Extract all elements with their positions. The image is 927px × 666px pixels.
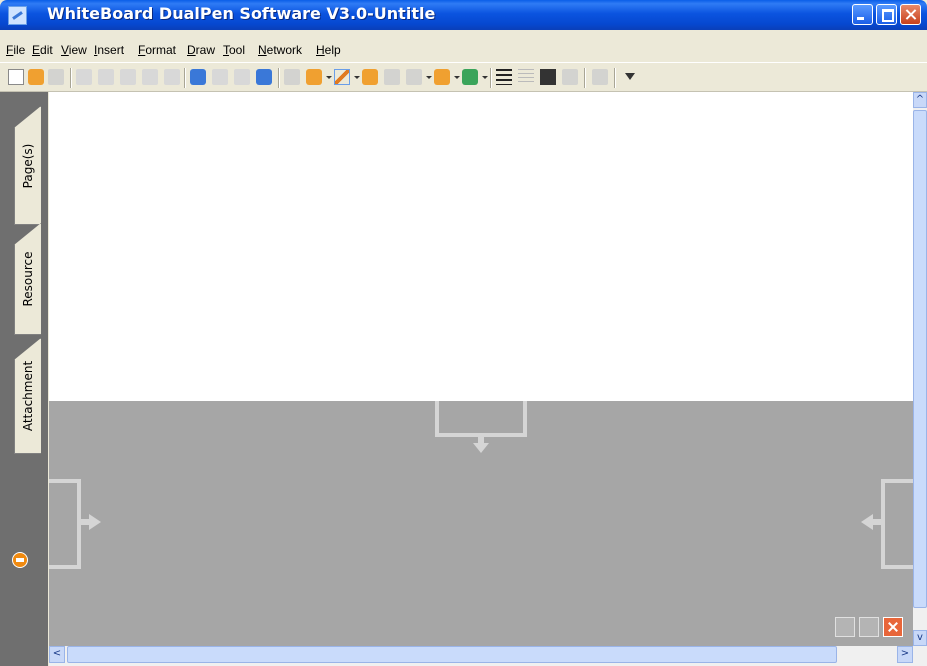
vertical-scroll-thumb[interactable] <box>913 110 927 608</box>
tab-attachment[interactable]: Attachment <box>14 338 41 454</box>
menu-edit[interactable]: Edit <box>32 43 53 57</box>
page-icon[interactable] <box>256 69 272 85</box>
minimize-button[interactable] <box>852 4 873 25</box>
toolbar-separator <box>490 68 492 88</box>
highlighter-icon[interactable] <box>362 69 378 85</box>
transparency-icon[interactable] <box>562 69 578 85</box>
line-style-icon[interactable] <box>518 69 534 85</box>
eraser-dropdown-icon[interactable] <box>326 76 332 79</box>
tab-pages[interactable]: Page(s) <box>14 106 41 225</box>
scroll-up-button[interactable]: ^ <box>913 92 927 108</box>
menu-format[interactable]: Format <box>138 43 176 57</box>
toolbar-separator <box>278 68 280 88</box>
shape-icon[interactable] <box>434 69 450 85</box>
redo-icon[interactable] <box>164 69 180 85</box>
extend-right-arrow-icon[interactable] <box>77 514 101 532</box>
save-icon[interactable] <box>48 69 64 85</box>
maximize-button[interactable] <box>876 4 897 25</box>
window-title: WhiteBoard DualPen Software V3.0-Untitle <box>47 4 436 23</box>
tab-resource[interactable]: Resource <box>14 223 41 335</box>
restore-button[interactable] <box>859 617 879 637</box>
toolbar-separator <box>584 68 586 88</box>
undo-icon[interactable] <box>142 69 158 85</box>
side-panel: Page(s) Resource Attachment <box>0 92 48 666</box>
menu-network[interactable]: Network <box>258 43 302 57</box>
extend-right-frame <box>881 479 913 569</box>
menu-draw[interactable]: Draw <box>187 43 215 57</box>
line-dropdown-icon[interactable] <box>426 76 432 79</box>
menu-bar: File Edit View Insert Format Draw Tool N… <box>0 42 927 62</box>
extend-left-arrow-icon[interactable] <box>861 514 885 532</box>
expand-panel-button[interactable] <box>12 552 28 568</box>
app-icon <box>8 6 27 25</box>
line-width-icon[interactable] <box>496 69 512 85</box>
toolbar-separator <box>614 68 616 88</box>
toolbar-separator <box>184 68 186 88</box>
paste-icon[interactable] <box>98 69 114 85</box>
scroll-right-button[interactable]: > <box>897 646 913 663</box>
line-icon[interactable] <box>406 69 422 85</box>
toolbar <box>0 62 927 92</box>
shape-dropdown-icon[interactable] <box>454 76 460 79</box>
arrow-down-icon[interactable] <box>622 69 638 85</box>
open-icon[interactable] <box>28 69 44 85</box>
scroll-down-button[interactable]: v <box>913 630 927 646</box>
insert-page-icon[interactable] <box>190 69 206 85</box>
tab-attachment-label: Attachment <box>21 360 35 432</box>
whiteboard-canvas[interactable] <box>49 92 913 401</box>
color-icon[interactable] <box>540 69 556 85</box>
vertical-scrollbar[interactable]: ^ v <box>913 92 927 646</box>
canvas-margin-area[interactable] <box>49 401 913 646</box>
copy-icon[interactable] <box>76 69 92 85</box>
select-icon[interactable] <box>284 69 300 85</box>
menu-file[interactable]: File <box>6 43 25 57</box>
title-bar: WhiteBoard DualPen Software V3.0-Untitle <box>0 0 927 30</box>
lasso-icon[interactable] <box>592 69 608 85</box>
scroll-left-button[interactable]: < <box>49 646 65 663</box>
menu-insert[interactable]: Insert <box>94 43 124 57</box>
new-doc-icon[interactable] <box>8 69 24 85</box>
tab-resource-label: Resource <box>21 251 35 307</box>
horizontal-scroll-thumb[interactable] <box>67 646 837 663</box>
menu-tool[interactable]: Tool <box>223 43 245 57</box>
fill-dropdown-icon[interactable] <box>482 76 488 79</box>
extend-down-frame <box>435 401 527 437</box>
menu-view[interactable]: View <box>61 43 87 57</box>
toolbar-separator <box>70 68 72 88</box>
delete-icon[interactable] <box>120 69 136 85</box>
tab-pages-label: Page(s) <box>21 143 35 188</box>
pen-icon[interactable] <box>334 69 350 85</box>
pen-dropdown-icon[interactable] <box>354 76 360 79</box>
close-button[interactable] <box>900 4 921 25</box>
prev-page-icon[interactable] <box>212 69 228 85</box>
horizontal-scrollbar[interactable]: < > <box>49 646 927 666</box>
fill-icon[interactable] <box>462 69 478 85</box>
menu-help[interactable]: Help <box>316 43 341 57</box>
close-canvas-button[interactable] <box>883 617 903 637</box>
brush-icon[interactable] <box>384 69 400 85</box>
extend-down-arrow-icon[interactable] <box>473 434 489 453</box>
fit-screen-button[interactable] <box>835 617 855 637</box>
next-page-icon[interactable] <box>234 69 250 85</box>
eraser-icon[interactable] <box>306 69 322 85</box>
